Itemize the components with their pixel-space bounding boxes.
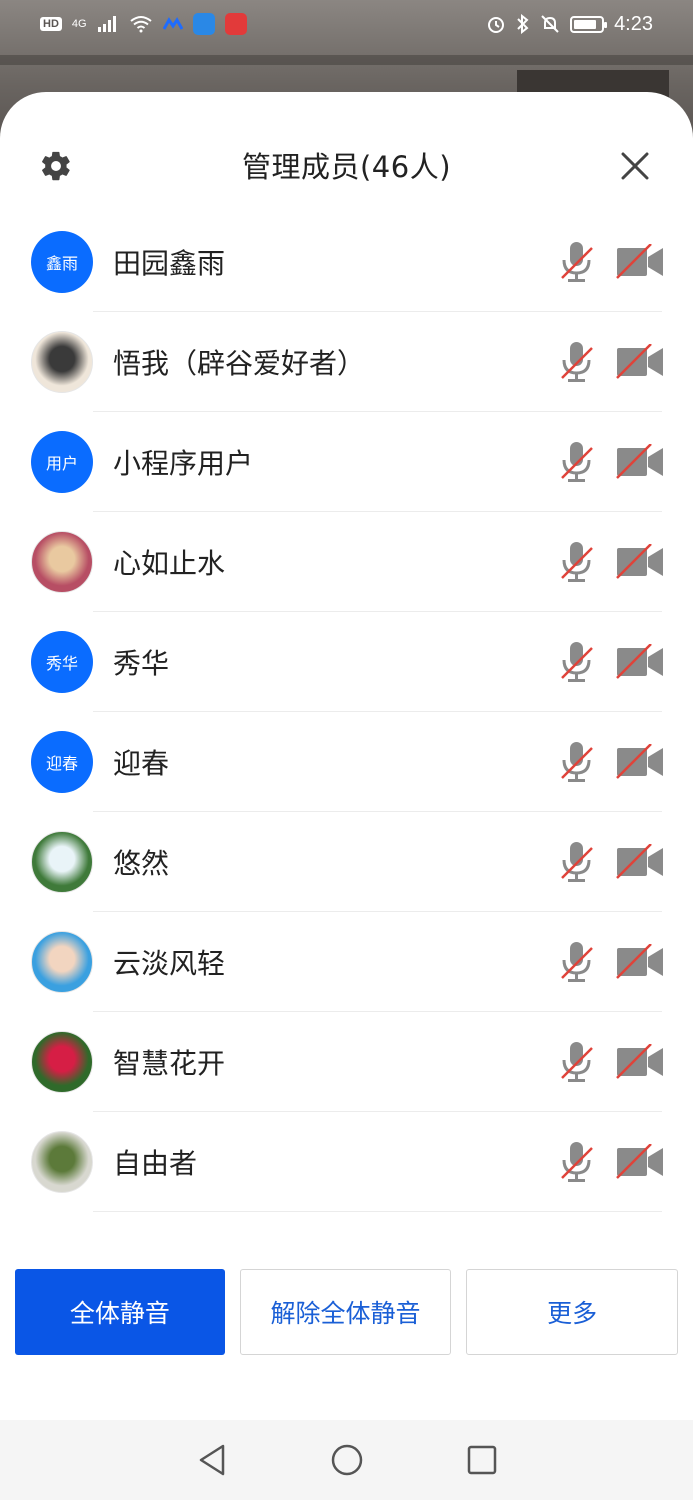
member-name: 小程序用户 (113, 447, 254, 480)
meeting-app-icon (192, 13, 215, 35)
camera-off-icon[interactable] (615, 1143, 665, 1180)
member-name: 迎春 (113, 747, 170, 780)
member-row[interactable]: 悠然 (0, 812, 693, 912)
mic-muted-icon[interactable] (558, 440, 596, 484)
status-bar: HD 4G 4:23 (0, 0, 693, 48)
member-name: 智慧花开 (113, 1047, 226, 1080)
alarm-icon (488, 17, 505, 33)
bluetooth-icon (517, 14, 529, 34)
system-nav-bar (0, 1420, 693, 1500)
member-row[interactable]: 云淡风轻 (0, 912, 693, 1012)
bottom-actions: 全体静音 解除全体静音 更多 (15, 1269, 679, 1355)
back-button[interactable] (192, 1440, 232, 1480)
avatar (31, 1031, 93, 1093)
camera-off-icon[interactable] (615, 343, 665, 380)
avatar: 鑫雨 (31, 231, 93, 293)
health-app-icon (224, 13, 247, 35)
member-row[interactable]: 鑫雨 田园鑫雨 (0, 212, 693, 312)
mute-all-button[interactable]: 全体静音 (15, 1269, 225, 1355)
mic-muted-icon[interactable] (558, 740, 596, 784)
camera-off-icon[interactable] (615, 943, 665, 980)
hd-indicator: HD (40, 17, 62, 31)
app-notification-icon (162, 17, 183, 30)
avatar-initials: 秀华 (45, 654, 78, 673)
status-left: HD 4G (40, 13, 247, 35)
manage-members-sheet: 管理成员(46人) 鑫雨 田园鑫雨 悟我（辟谷爱好者） 用户 小程序用户 心如止水 秀华 秀华… (0, 92, 693, 1500)
avatar-initials: 鑫雨 (45, 254, 78, 273)
camera-off-icon[interactable] (615, 443, 665, 480)
member-name: 心如止水 (113, 547, 226, 580)
signal-icon (97, 16, 116, 32)
avatar: 迎春 (31, 731, 93, 793)
avatar (31, 831, 93, 893)
member-name: 悠然 (113, 847, 170, 880)
camera-off-icon[interactable] (615, 243, 665, 280)
camera-off-icon[interactable] (615, 743, 665, 780)
member-row[interactable]: 心如止水 (0, 512, 693, 612)
close-button[interactable] (615, 146, 655, 186)
avatar (31, 531, 93, 593)
member-row[interactable]: 迎春 迎春 (0, 712, 693, 812)
page-title: 管理成员(46人) (241, 150, 452, 184)
member-row[interactable]: 秀华 秀华 (0, 612, 693, 712)
recents-square-icon (467, 1445, 496, 1475)
status-right: 4:23 (486, 13, 653, 36)
bell-off-icon (541, 15, 559, 33)
mic-muted-icon[interactable] (558, 1140, 596, 1184)
mic-muted-icon[interactable] (558, 540, 596, 584)
member-list[interactable]: 鑫雨 田园鑫雨悟我（辟谷爱好者） 用户 小程序用户心如止水秀华 秀华迎春 迎春悠然云淡风轻… (0, 212, 693, 1242)
member-name: 自由者 (113, 1147, 198, 1180)
back-triangle-icon (199, 1444, 224, 1476)
mic-muted-icon[interactable] (558, 840, 596, 884)
background-stripe (0, 55, 693, 65)
wifi-icon (129, 16, 152, 33)
member-name: 秀华 (113, 647, 170, 680)
mic-muted-icon[interactable] (558, 1040, 596, 1084)
camera-off-icon[interactable] (615, 643, 665, 680)
member-name: 田园鑫雨 (113, 247, 226, 280)
mic-muted-icon[interactable] (558, 940, 596, 984)
camera-off-icon[interactable] (615, 543, 665, 580)
clock: 4:23 (614, 12, 653, 35)
close-icon (621, 152, 649, 180)
unmute-all-button[interactable]: 解除全体静音 (239, 1269, 452, 1355)
avatar (31, 931, 93, 993)
avatar-initials: 用户 (45, 454, 78, 473)
home-button[interactable] (327, 1440, 367, 1480)
member-row[interactable]: 智慧花开 (0, 1012, 693, 1112)
member-name: 云淡风轻 (113, 947, 226, 980)
camera-off-icon[interactable] (615, 1043, 665, 1080)
avatar (31, 1131, 93, 1193)
avatar-initials: 迎春 (45, 754, 78, 773)
mic-muted-icon[interactable] (558, 240, 596, 284)
more-button[interactable]: 更多 (466, 1269, 679, 1355)
member-row[interactable]: 悟我（辟谷爱好者） (0, 312, 693, 412)
member-row[interactable]: 自由者 (0, 1112, 693, 1212)
mic-muted-icon[interactable] (558, 340, 596, 384)
member-row[interactable]: 用户 小程序用户 (0, 412, 693, 512)
avatar: 用户 (31, 431, 93, 493)
sheet-header: 管理成员(46人) (0, 92, 693, 222)
mic-muted-icon[interactable] (558, 640, 596, 684)
member-name: 悟我（辟谷爱好者） (113, 347, 366, 380)
row-divider (93, 1211, 662, 1212)
avatar (31, 331, 93, 393)
network-type: 4G (71, 18, 87, 30)
home-circle-icon (331, 1444, 362, 1476)
battery-icon (570, 15, 608, 33)
avatar: 秀华 (31, 631, 93, 693)
camera-off-icon[interactable] (615, 843, 665, 880)
recents-button[interactable] (462, 1440, 502, 1480)
